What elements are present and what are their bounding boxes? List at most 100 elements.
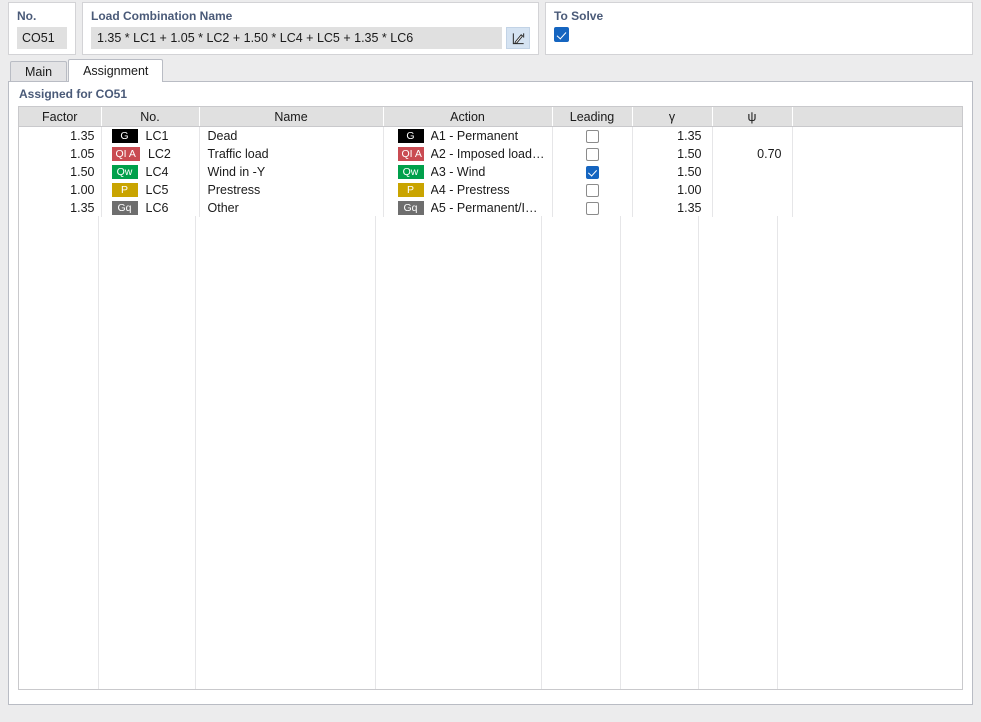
load-type-badge: P: [112, 183, 138, 197]
load-case-name: Traffic load: [208, 147, 269, 161]
cell-name[interactable]: Wind in -Y: [199, 163, 383, 181]
leading-checkbox[interactable]: [586, 130, 599, 143]
cell-action[interactable]: GqA5 - Permanent/Imposed: [383, 199, 552, 217]
top-form-strip: No. Load Combination Name To Solve: [0, 0, 981, 60]
cell-gamma[interactable]: 1.35: [632, 199, 712, 217]
grid-empty-area: [19, 216, 962, 689]
grid-column-separator: [778, 216, 962, 689]
cell-name[interactable]: Dead: [199, 127, 383, 146]
cell-action[interactable]: QI AA2 - Imposed loads - ca...: [383, 145, 552, 163]
cell-no[interactable]: GLC1: [101, 127, 199, 146]
cell-factor[interactable]: 1.05: [19, 145, 101, 163]
leading-checkbox[interactable]: [586, 148, 599, 161]
gamma-value: 1.35: [677, 129, 701, 143]
cell-leading[interactable]: [552, 181, 632, 199]
edit-combination-button[interactable]: [506, 27, 530, 49]
cell-gamma[interactable]: 1.35: [632, 127, 712, 146]
cell-blank[interactable]: [792, 127, 963, 146]
load-case-name: Dead: [208, 129, 238, 143]
gamma-value: 1.50: [677, 165, 701, 179]
cell-action[interactable]: PA4 - Prestress: [383, 181, 552, 199]
load-case-number: LC2: [148, 147, 171, 161]
cell-no[interactable]: QI ALC2: [101, 145, 199, 163]
leading-checkbox[interactable]: [586, 202, 599, 215]
cell-psi[interactable]: [712, 199, 792, 217]
load-case-number: LC1: [146, 129, 169, 143]
cell-blank[interactable]: [792, 163, 963, 181]
combination-name-input[interactable]: [91, 27, 502, 49]
assignment-panel: Assigned for CO51 Factor No. Name Action…: [8, 81, 973, 705]
action-name: A1 - Permanent: [431, 129, 519, 143]
cell-action[interactable]: GA1 - Permanent: [383, 127, 552, 146]
cell-leading[interactable]: [552, 199, 632, 217]
col-header-name[interactable]: Name: [199, 107, 383, 127]
leading-checkbox[interactable]: [586, 184, 599, 197]
cell-psi[interactable]: 0.70: [712, 145, 792, 163]
col-header-factor[interactable]: Factor: [19, 107, 101, 127]
to-solve-field-group: To Solve: [545, 2, 973, 55]
cell-psi[interactable]: [712, 163, 792, 181]
load-case-number: LC4: [146, 165, 169, 179]
action-name: A5 - Permanent/Imposed: [431, 201, 548, 215]
panel-title: Assigned for CO51: [9, 82, 972, 106]
assignment-table: Factor No. Name Action Leading γ ψ 1.35G…: [19, 107, 963, 217]
table-row[interactable]: 1.05 QI ALC2 Traffic load QI AA2 - Imposed …: [19, 145, 963, 163]
cell-leading[interactable]: [552, 163, 632, 181]
cell-name[interactable]: Prestress: [199, 181, 383, 199]
cell-gamma[interactable]: 1.00: [632, 181, 712, 199]
cell-psi[interactable]: [712, 127, 792, 146]
tab-main[interactable]: Main: [10, 61, 67, 82]
cell-blank[interactable]: [792, 199, 963, 217]
to-solve-checkbox[interactable]: [554, 27, 569, 42]
col-header-no[interactable]: No.: [101, 107, 199, 127]
cell-name[interactable]: Other: [199, 199, 383, 217]
table-row[interactable]: 1.35GqLC6OtherGqA5 - Permanent/Imposed1.…: [19, 199, 963, 217]
cell-action[interactable]: QwA3 - Wind: [383, 163, 552, 181]
grid-column-separator: [621, 216, 700, 689]
cell-factor[interactable]: 1.00: [19, 181, 101, 199]
factor-value: 1.05: [70, 147, 94, 161]
col-header-blank[interactable]: [792, 107, 963, 127]
col-header-action[interactable]: Action: [383, 107, 552, 127]
grid-column-separator: [19, 216, 99, 689]
load-type-badge: P: [398, 183, 424, 197]
cell-gamma[interactable]: 1.50: [632, 145, 712, 163]
factor-value: 1.00: [70, 183, 94, 197]
cell-no[interactable]: Qw LC4: [101, 163, 199, 181]
table-row[interactable]: 1.50 Qw LC4 Wind in -YQwA3 - Wind 1.50: [19, 163, 963, 181]
cell-no[interactable]: GqLC6: [101, 199, 199, 217]
table-body: 1.35GLC1DeadGA1 - Permanent1.351.05QI AL…: [19, 127, 963, 218]
cell-no[interactable]: PLC5: [101, 181, 199, 199]
cell-name[interactable]: Traffic load: [199, 145, 383, 163]
table-header-row: Factor No. Name Action Leading γ ψ: [19, 107, 963, 127]
combination-name-field-group: Load Combination Name: [82, 2, 539, 55]
tab-assignment[interactable]: Assignment: [68, 59, 163, 82]
load-case-name: Other: [208, 201, 239, 215]
load-type-badge: Qw: [112, 165, 138, 179]
cell-psi[interactable]: [712, 181, 792, 199]
cell-factor[interactable]: 1.35: [19, 199, 101, 217]
load-case-name: Prestress: [208, 183, 261, 197]
no-label: No.: [17, 9, 67, 23]
table-row[interactable]: 1.35GLC1DeadGA1 - Permanent1.35: [19, 127, 963, 146]
table-row[interactable]: 1.00 PLC5 Prestress PA4 - Prestress 1.00: [19, 181, 963, 199]
cell-factor[interactable]: 1.35: [19, 127, 101, 146]
cell-blank[interactable]: [792, 181, 963, 199]
psi-value: 0.70: [757, 147, 781, 161]
cell-gamma[interactable]: 1.50: [632, 163, 712, 181]
col-header-psi[interactable]: ψ: [712, 107, 792, 127]
cell-blank[interactable]: [792, 145, 963, 163]
gamma-value: 1.00: [677, 183, 701, 197]
load-type-badge: Gq: [112, 201, 138, 215]
grid-column-separator: [376, 216, 542, 689]
gamma-value: 1.50: [677, 147, 701, 161]
col-header-leading[interactable]: Leading: [552, 107, 632, 127]
col-header-gamma[interactable]: γ: [632, 107, 712, 127]
cell-leading[interactable]: [552, 127, 632, 146]
no-input[interactable]: [17, 27, 67, 49]
cell-factor[interactable]: 1.50: [19, 163, 101, 181]
action-name: A2 - Imposed loads - ca...: [431, 147, 548, 161]
grid-column-separator: [196, 216, 377, 689]
cell-leading[interactable]: [552, 145, 632, 163]
leading-checkbox[interactable]: [586, 166, 599, 179]
